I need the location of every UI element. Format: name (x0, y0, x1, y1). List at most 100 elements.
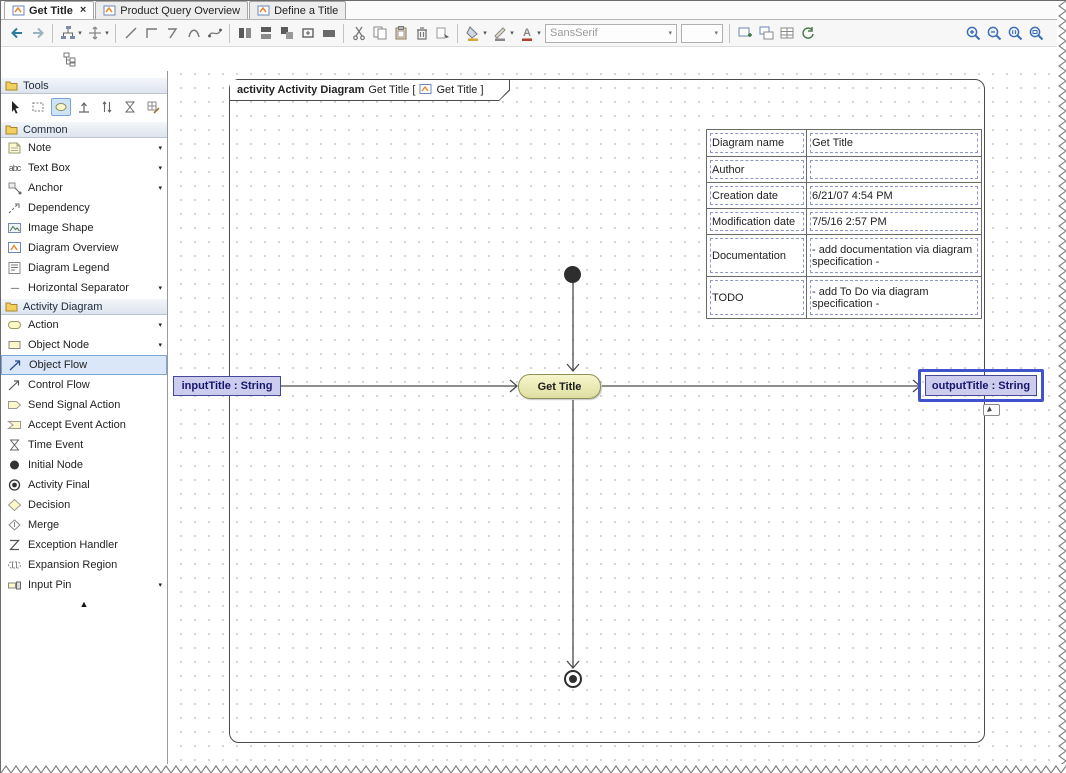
font-name-combobox[interactable]: SansSerif ▾ (545, 23, 677, 43)
palette-item-anchor[interactable]: Anchor ▾ (1, 178, 167, 198)
table-key-cell[interactable]: Modification date (707, 209, 807, 234)
initial-node[interactable] (564, 266, 581, 283)
font-color-button[interactable]: A (516, 23, 537, 44)
chevron-down-icon[interactable]: ▾ (158, 341, 162, 349)
palette-item-object-node[interactable]: Object Node ▾ (1, 335, 167, 355)
table-value-cell[interactable]: - add documentation via diagram specific… (807, 235, 981, 276)
activity-final-node[interactable] (564, 670, 582, 688)
quick-layout-button[interactable] (84, 23, 105, 44)
palette-scroll-up-button[interactable]: ▲ (1, 595, 167, 609)
palette-item-note[interactable]: Note ▾ (1, 138, 167, 158)
table-key-cell[interactable]: Author (707, 157, 807, 182)
zoom-in-button[interactable] (963, 23, 984, 44)
palette-item-accept-event-action[interactable]: Accept Event Action (1, 415, 167, 435)
spline-path-button[interactable] (204, 23, 225, 44)
diagram-canvas[interactable]: activity Activity Diagram Get Title [ Ge… (168, 71, 1066, 773)
object-node-output-title[interactable]: outputTitle : String (925, 375, 1037, 396)
grid-edit-tool-button[interactable] (143, 98, 163, 116)
chevron-down-icon[interactable]: ▾ (158, 321, 162, 329)
add-diagram-button[interactable] (734, 23, 755, 44)
copy-button[interactable] (369, 23, 390, 44)
fill-color-button[interactable] (462, 23, 483, 44)
chevron-down-icon[interactable]: ▾ (76, 29, 84, 37)
table-value-cell[interactable]: 6/21/07 4:54 PM (807, 183, 981, 208)
make-same-width-button[interactable] (255, 23, 276, 44)
palette-item-send-signal-action[interactable]: Send Signal Action (1, 395, 167, 415)
palette-item-expansion-region[interactable]: Expansion Region (1, 555, 167, 575)
palette-item-initial-node[interactable]: Initial Node (1, 455, 167, 475)
table-key-cell[interactable]: Creation date (707, 183, 807, 208)
table-key-cell[interactable]: Documentation (707, 235, 807, 276)
line-color-button[interactable] (489, 23, 510, 44)
chevron-down-icon[interactable]: ▾ (158, 184, 162, 192)
palette-item-object-flow[interactable]: Object Flow (1, 355, 167, 375)
palette-section-tools[interactable]: Tools (1, 77, 167, 94)
palette-item-input-pin[interactable]: Input Pin ▾ (1, 575, 167, 595)
curved-path-button[interactable] (183, 23, 204, 44)
palette-item-diagram-overview[interactable]: Diagram Overview (1, 238, 167, 258)
palette-item-decision[interactable]: Decision (1, 495, 167, 515)
palette-item-action[interactable]: Action ▾ (1, 315, 167, 335)
palette-section-activity-diagram[interactable]: Activity Diagram (1, 298, 167, 315)
chevron-down-icon[interactable]: ▾ (103, 29, 111, 37)
align-tool-button[interactable] (74, 98, 94, 116)
tab-get-title[interactable]: Get Title × (4, 1, 95, 19)
palette-item-exception-handler[interactable]: Exception Handler (1, 535, 167, 555)
palette-item-time-event[interactable]: Time Event (1, 435, 167, 455)
make-same-height-button[interactable] (234, 23, 255, 44)
distribute-tool-button[interactable] (97, 98, 117, 116)
palette-item-image-shape[interactable]: Image Shape (1, 218, 167, 238)
tab-define-a-title[interactable]: Define a Title (249, 1, 347, 19)
reset-size-button[interactable] (318, 23, 339, 44)
delete-button[interactable] (411, 23, 432, 44)
chevron-down-icon[interactable]: ▾ (158, 144, 162, 152)
add-diagram-overview-button[interactable] (755, 23, 776, 44)
action-node-get-title[interactable]: Get Title (518, 374, 601, 399)
font-size-combobox[interactable]: ▾ (681, 23, 723, 43)
oblique-path-button[interactable] (120, 23, 141, 44)
table-value-cell[interactable]: Get Title (807, 130, 981, 156)
paste-with-format-button[interactable] (432, 23, 453, 44)
chevron-down-icon[interactable]: ▾ (158, 164, 162, 172)
activity-frame-header[interactable]: activity Activity Diagram Get Title [ Ge… (230, 80, 510, 101)
chevron-down-icon[interactable]: ▾ (481, 29, 489, 37)
chevron-down-icon[interactable]: ▾ (508, 29, 516, 37)
palette-item-dependency[interactable]: Dependency (1, 198, 167, 218)
make-same-size-button[interactable] (276, 23, 297, 44)
palette-section-common[interactable]: Common (1, 121, 167, 138)
palette-item-activity-final[interactable]: Activity Final (1, 475, 167, 495)
sticky-mode-button[interactable] (51, 98, 71, 116)
table-value-cell[interactable] (807, 157, 981, 182)
palette-item-text-box[interactable]: abc Text Box ▾ (1, 158, 167, 178)
palette-item-control-flow[interactable]: Control Flow (1, 375, 167, 395)
rectilinear-path-button[interactable] (141, 23, 162, 44)
table-value-cell[interactable]: - add To Do via diagram specification - (807, 277, 981, 318)
autosize-button[interactable] (297, 23, 318, 44)
chevron-down-icon[interactable]: ▾ (158, 581, 162, 589)
table-key-cell[interactable]: TODO (707, 277, 807, 318)
table-value-cell[interactable]: 7/5/16 2:57 PM (807, 209, 981, 234)
select-shapes-tool-button[interactable] (28, 98, 48, 116)
refresh-button[interactable] (797, 23, 818, 44)
back-button[interactable] (6, 23, 27, 44)
bent-path-button[interactable] (162, 23, 183, 44)
zoom-out-button[interactable] (984, 23, 1005, 44)
zoom-1-1-button[interactable] (1005, 23, 1026, 44)
palette-item-diagram-legend[interactable]: Diagram Legend (1, 258, 167, 278)
chevron-down-icon[interactable]: ▾ (158, 284, 162, 292)
cut-button[interactable] (348, 23, 369, 44)
tab-product-query-overview[interactable]: Product Query Overview (95, 1, 249, 19)
forward-button[interactable] (27, 23, 48, 44)
object-node-input-title[interactable]: inputTitle : String (173, 376, 281, 396)
chevron-down-icon[interactable]: ▾ (535, 29, 543, 37)
diagram-info-table[interactable]: Diagram name Get Title Author Creation d… (706, 129, 982, 319)
layout-diagram-button[interactable] (57, 23, 78, 44)
containment-tree-button[interactable] (59, 49, 80, 70)
palette-item-merge[interactable]: Merge (1, 515, 167, 535)
diagram-table-button[interactable] (776, 23, 797, 44)
table-key-cell[interactable]: Diagram name (707, 130, 807, 156)
timer-tool-button[interactable] (120, 98, 140, 116)
zoom-fit-button[interactable] (1026, 23, 1047, 44)
close-icon[interactable]: × (80, 5, 86, 16)
pointer-tool-button[interactable] (5, 98, 25, 116)
